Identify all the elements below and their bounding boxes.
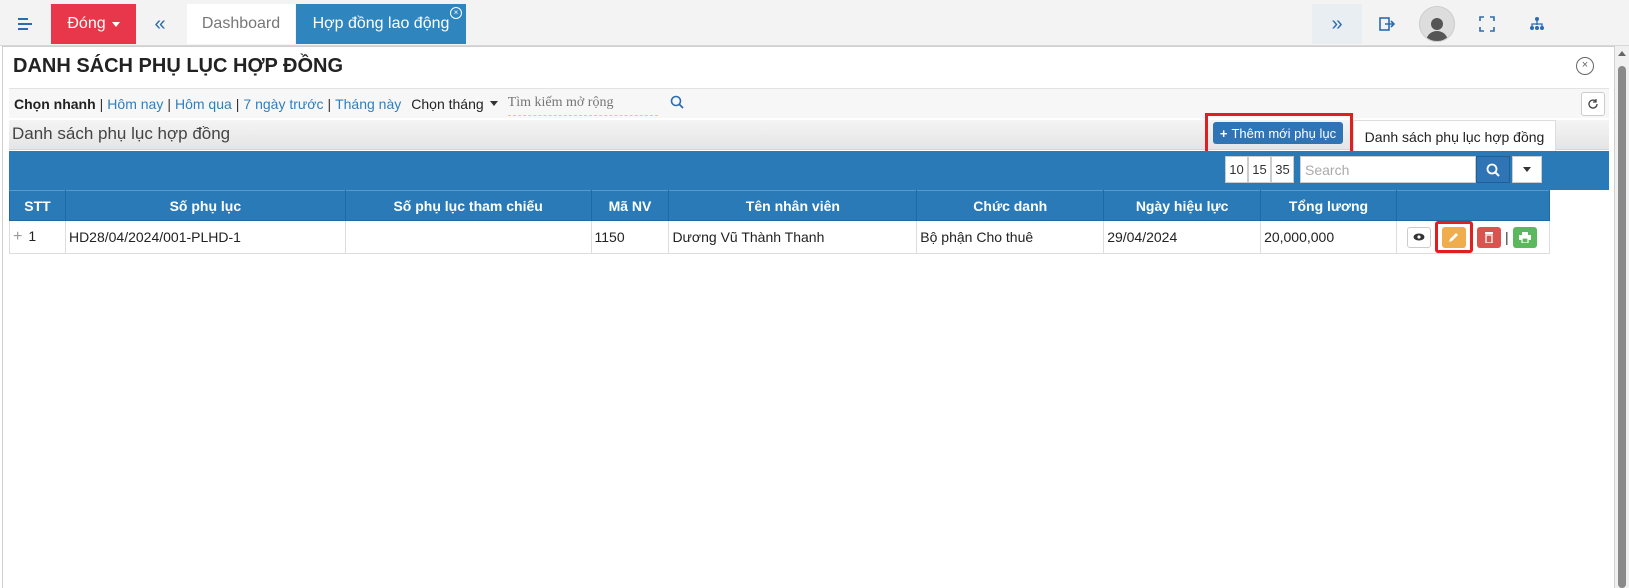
printer-icon: [1518, 231, 1531, 243]
add-appendix-label: Thêm mới phụ lục: [1231, 125, 1337, 141]
filter-yesterday[interactable]: Hôm qua: [175, 96, 232, 112]
caret-down-icon: [111, 21, 120, 27]
col-actions: [1395, 190, 1551, 221]
extended-search-input[interactable]: [507, 91, 658, 116]
quick-filter-bar: Chọn nhanh | Hôm nay | Hôm qua | 7 ngày …: [9, 88, 1609, 118]
vertical-scrollbar[interactable]: [1615, 46, 1629, 588]
org-chart-icon[interactable]: [1512, 4, 1562, 44]
cell-tham-chieu: [344, 220, 592, 254]
logout-icon[interactable]: [1362, 4, 1412, 44]
month-select[interactable]: Chọn tháng: [411, 95, 498, 112]
page-title: DANH SÁCH PHỤ LỤC HỢP ĐỒNG: [13, 55, 344, 77]
col-ten-nhan-vien[interactable]: Tên nhân viên: [668, 190, 918, 221]
col-so-phu-luc[interactable]: Số phụ lục: [64, 190, 346, 221]
search-icon: [1486, 163, 1500, 177]
quick-filter-label: Chọn nhanh: [14, 95, 96, 112]
row-actions: |: [1397, 221, 1549, 253]
tab-hop-dong-lao-dong[interactable]: Hợp đồng lao động ×: [296, 4, 466, 44]
col-tong-luong[interactable]: Tổng lương: [1260, 190, 1397, 221]
grid-search-button[interactable]: [1476, 156, 1510, 183]
eye-icon: [1413, 233, 1425, 241]
cell-tong-luong: 20,000,000: [1260, 220, 1397, 254]
edit-button[interactable]: [1441, 226, 1466, 248]
contract-appendix-panel: DANH SÁCH PHỤ LỤC HỢP ĐỒNG × Chọn nhanh …: [2, 46, 1615, 588]
double-chevron-right-icon[interactable]: »: [1312, 4, 1362, 44]
edit-highlight: [1434, 221, 1473, 253]
tab-dashboard[interactable]: Dashboard: [187, 4, 295, 44]
trash-icon: [1484, 231, 1493, 243]
caret-down-icon: [489, 101, 498, 106]
top-bar: Đóng « Dashboard Hợp đồng lao động × »: [0, 0, 1629, 46]
col-so-phu-luc-tham-chieu[interactable]: Số phụ lục tham chiếu: [344, 190, 592, 221]
cell-actions: |: [1395, 220, 1551, 254]
month-select-label: Chọn tháng: [411, 95, 484, 112]
filter-today[interactable]: Hôm nay: [107, 96, 163, 112]
col-chuc-danh[interactable]: Chức danh: [916, 190, 1105, 221]
scroll-up-icon[interactable]: [1618, 51, 1626, 56]
cell-so-phu-luc: HD28/04/2024/001-PLHD-1: [64, 220, 346, 254]
panel-close-icon[interactable]: ×: [1576, 57, 1594, 75]
table-header-row: STT Số phụ lục Số phụ lục tham chiếu Mã …: [9, 190, 1551, 221]
caret-down-icon: [1523, 167, 1531, 172]
list-tab[interactable]: Danh sách phụ lục hợp đồng: [1353, 120, 1556, 152]
print-button[interactable]: [1512, 226, 1537, 248]
cell-ma-nv: 1150: [590, 220, 670, 254]
plus-icon: +: [1219, 125, 1228, 141]
table-row[interactable]: +1 HD28/04/2024/001-PLHD-1 1150 Dương Vũ…: [9, 220, 1551, 254]
filter-last-7-days[interactable]: 7 ngày trước: [243, 96, 323, 112]
action-divider: |: [1504, 229, 1509, 245]
col-stt[interactable]: STT: [9, 190, 66, 221]
list-header: Danh sách phụ lục hợp đồng + Thêm mới ph…: [9, 113, 1609, 154]
col-ngay-hieu-luc[interactable]: Ngày hiệu lực: [1103, 190, 1262, 221]
list-title: Danh sách phụ lục hợp đồng: [12, 124, 231, 143]
page-size-15[interactable]: 15: [1248, 156, 1271, 183]
menu-icon[interactable]: [0, 4, 50, 44]
appendix-table: STT Số phụ lục Số phụ lục tham chiếu Mã …: [9, 190, 1551, 254]
expand-row-icon[interactable]: +: [13, 228, 22, 245]
grid-search-input[interactable]: Search: [1300, 156, 1476, 183]
tab-close-icon[interactable]: ×: [450, 7, 462, 19]
view-button[interactable]: [1406, 226, 1431, 248]
cell-ngay-hieu-luc: 29/04/2024: [1103, 220, 1262, 254]
grid-options-dropdown[interactable]: [1512, 156, 1542, 183]
close-dropdown-button[interactable]: Đóng: [51, 4, 136, 44]
refresh-icon: [1588, 99, 1598, 109]
page-size-10[interactable]: 10: [1225, 156, 1248, 183]
fullscreen-icon[interactable]: [1462, 4, 1512, 44]
page-size-selector: 10 15 35: [1225, 156, 1294, 183]
pencil-icon: [1449, 232, 1459, 242]
filter-this-month[interactable]: Tháng này: [335, 96, 401, 112]
col-ma-nv[interactable]: Mã NV: [590, 190, 670, 221]
user-avatar[interactable]: [1412, 4, 1462, 44]
cell-ten-nhan-vien: Dương Vũ Thành Thanh: [668, 220, 918, 254]
search-icon[interactable]: [670, 95, 684, 112]
cell-chuc-danh: Bộ phận Cho thuê: [916, 220, 1105, 254]
stt-value: 1: [28, 228, 37, 244]
scroll-thumb[interactable]: [1618, 66, 1626, 588]
double-chevron-left-icon[interactable]: «: [140, 4, 180, 44]
add-appendix-highlight: + Thêm mới phụ lục: [1205, 113, 1353, 154]
add-appendix-button[interactable]: + Thêm mới phụ lục: [1213, 122, 1343, 144]
tab-label: Hợp đồng lao động: [312, 15, 450, 32]
grid-toolbar: 10 15 35 Search: [9, 151, 1609, 190]
avatar: [1419, 6, 1455, 42]
close-label: Đóng: [67, 15, 106, 32]
cell-stt: +1: [9, 220, 66, 254]
delete-button[interactable]: [1476, 226, 1501, 248]
refresh-button[interactable]: [1581, 92, 1605, 116]
page-size-35[interactable]: 35: [1271, 156, 1294, 183]
